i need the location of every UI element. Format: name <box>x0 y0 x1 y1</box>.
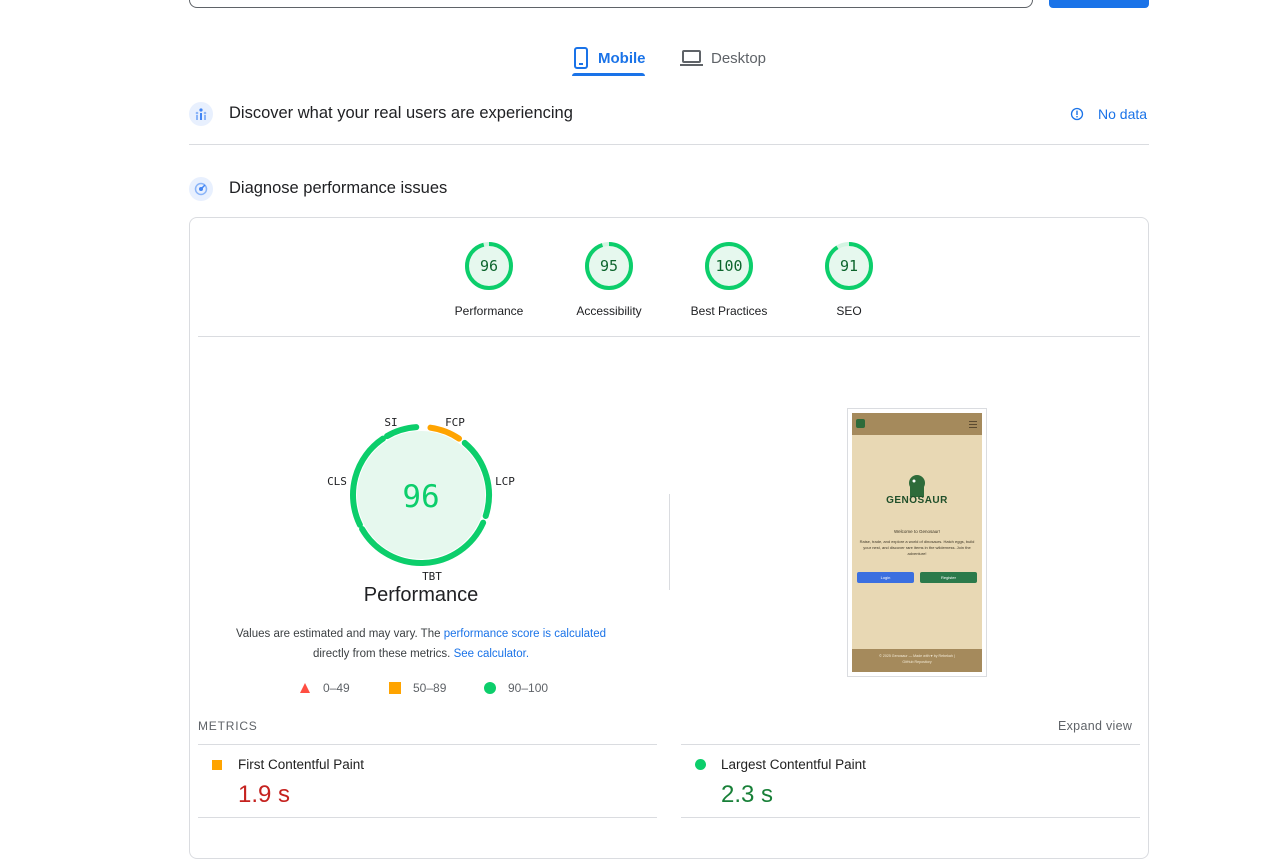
gauge-label: Accessibility <box>576 304 642 318</box>
screenshot-welcome: Welcome to Genosaur! <box>894 529 940 534</box>
diagnose-icon <box>189 177 213 201</box>
score-note: Values are estimated and may vary. The p… <box>221 624 621 664</box>
performance-title: Performance <box>363 584 479 606</box>
gauge-seo[interactable]: 91 <box>823 240 875 292</box>
no-data-label: No data <box>1098 106 1148 122</box>
menu-icon <box>969 421 977 422</box>
legend-pass-label: 90–100 <box>508 681 549 695</box>
gauge-score: 95 <box>600 257 618 275</box>
score-note-prefix: Values are estimated and may vary. The <box>235 628 444 640</box>
analyze-button[interactable] <box>1049 0 1149 8</box>
tab-desktop[interactable]: Desktop <box>680 40 766 76</box>
gauge-score: 96 <box>480 257 498 275</box>
gauge-score: 100 <box>715 257 742 275</box>
url-input[interactable] <box>189 0 1033 8</box>
tab-desktop-label: Desktop <box>711 49 767 67</box>
section-divider <box>189 144 1149 145</box>
expand-view-button[interactable]: Expand view <box>1058 719 1132 733</box>
metric-lcp-name: Largest Contentful Paint <box>721 757 866 772</box>
gauge-label-tbt: TBT <box>422 570 442 583</box>
legend-pass: 90–100 <box>484 681 548 695</box>
performance-score: 96 <box>402 479 439 515</box>
metric-fcp-value: 1.9 s <box>238 781 291 808</box>
legend-average: 50–89 <box>389 681 446 695</box>
metric-divider <box>198 817 657 818</box>
tab-active-indicator <box>572 73 645 76</box>
metric-divider <box>198 744 657 745</box>
screenshot-navbar <box>852 413 982 435</box>
field-data-title: Discover what your real users are experi… <box>229 104 573 122</box>
info-icon <box>1070 107 1084 121</box>
gauges-divider <box>198 336 1140 337</box>
diagnose-title: Diagnose performance issues <box>229 179 448 197</box>
metric-fcp-name: First Contentful Paint <box>238 757 365 772</box>
screenshot-footer-line2: GitHub Repository <box>902 660 932 664</box>
metrics-heading: METRICS <box>198 719 258 733</box>
screenshot-footer: © 2025 Genosaur — Made with ♥ by Rebekah… <box>852 649 982 672</box>
screenshot-page: GENOSAUR Welcome to Genosaur! Raise, tra… <box>852 413 982 672</box>
gauge-accessibility[interactable]: 95 <box>583 240 635 292</box>
gauge-performance[interactable]: 96 <box>463 240 515 292</box>
screenshot-logo <box>856 419 865 428</box>
gauge-label-si: SI <box>384 416 397 429</box>
circle-icon <box>484 682 496 694</box>
screenshot-login-button: Login <box>857 572 914 583</box>
triangle-icon <box>300 683 310 693</box>
laptop-icon <box>680 50 703 66</box>
tab-mobile[interactable]: Mobile <box>572 40 646 76</box>
gauge-score: 91 <box>840 257 858 275</box>
tab-mobile-label: Mobile <box>598 49 646 67</box>
screenshot-headline: GENOSAUR <box>886 495 948 506</box>
gauge-best-practices[interactable]: 100 <box>703 240 755 292</box>
pass-circle-icon <box>695 759 706 770</box>
field-data-icon <box>189 102 213 126</box>
metric-divider <box>681 817 1140 818</box>
screenshot-body: Raise, trade, and explore a world of din… <box>859 539 975 556</box>
score-note-mid: directly from these metrics. <box>312 648 454 660</box>
gauge-label-fcp: FCP <box>445 416 465 429</box>
gauge-label-cls: CLS <box>327 475 347 488</box>
score-calculated-link[interactable]: performance score is calculated <box>444 628 606 640</box>
screenshot-register-button: Register <box>920 572 977 583</box>
square-icon <box>389 682 401 694</box>
gauge-label: Performance <box>454 304 524 318</box>
smartphone-icon <box>574 47 588 69</box>
gauge-label: SEO <box>836 304 862 318</box>
legend-fail-label: 0–49 <box>323 681 350 695</box>
legend-average-label: 50–89 <box>413 681 447 695</box>
no-data-link[interactable]: No data <box>1070 106 1147 122</box>
final-screenshot: GENOSAUR Welcome to Genosaur! Raise, tra… <box>847 408 987 677</box>
metric-divider <box>681 744 1140 745</box>
gauge-label: Best Practices <box>690 304 768 318</box>
column-divider <box>669 494 670 590</box>
performance-gauge: 96 SI FCP LCP TBT CLS <box>327 416 515 583</box>
metric-lcp-value: 2.3 s <box>721 781 774 808</box>
gauge-label-lcp: LCP <box>495 475 515 488</box>
see-calculator-link[interactable]: See calculator. <box>454 648 529 660</box>
legend-fail: 0–49 <box>299 681 350 695</box>
average-square-icon <box>212 760 222 770</box>
dino-logo <box>909 475 925 497</box>
screenshot-footer-line1: © 2025 Genosaur — Made with ♥ by Rebekah… <box>879 654 955 658</box>
